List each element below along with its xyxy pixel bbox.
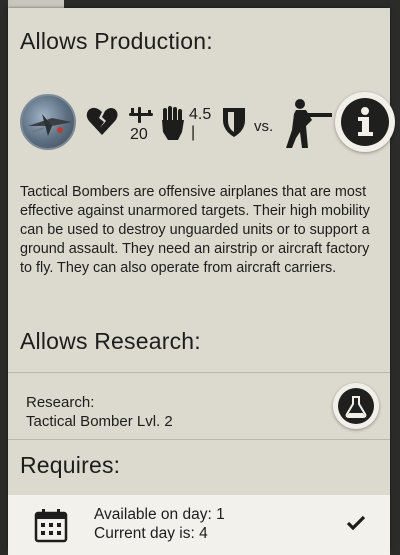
broken-heart-icon [86,106,118,141]
unit-stats-row: 20 4.5 | vs. [20,88,395,158]
available-day: Available on day: 1 [94,506,225,523]
checkmark-icon [346,515,366,536]
armor-shield-icon [221,106,247,143]
vs-label: vs. [254,118,274,135]
research-label: Research: [26,394,95,411]
research-button[interactable] [333,383,379,429]
unit-detail-panel: Allows Production: 20 4.5 | vs. Tactical… [8,8,395,555]
requires-heading: Requires: [20,452,121,478]
tactical-bomber-portrait[interactable] [20,94,76,150]
allows-production-heading: Allows Production: [20,28,213,54]
current-day: Current day is: 4 [94,525,208,542]
attack-value: 4.5 [189,106,212,123]
flask-icon [338,388,374,424]
unit-description: Tactical Bombers are offensive airplanes… [20,184,370,276]
info-icon [341,98,389,146]
requirement-item: Available on day: 1 Current day is: 4 [8,495,390,555]
attack-subvalue: | [191,124,196,141]
research-name: Tactical Bomber Lvl. 2 [26,413,173,430]
info-button[interactable] [335,92,395,152]
speed-value: 20 [130,126,148,143]
research-item[interactable]: Research: Tactical Bomber Lvl. 2 [8,372,390,440]
calendar-icon [34,509,68,548]
infantry-soldier-icon [286,98,334,155]
fist-attack-icon [160,106,186,145]
allows-research-heading: Allows Research: [20,328,201,354]
